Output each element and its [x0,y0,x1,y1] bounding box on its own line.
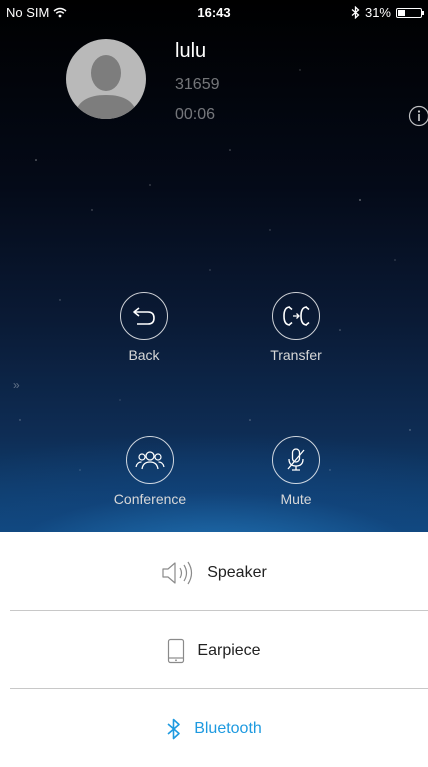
battery-icon [396,8,422,18]
mute-button-circle[interactable] [272,436,320,484]
info-icon[interactable] [408,105,428,127]
caller-number: 31659 [175,76,220,94]
transfer-button[interactable]: Transfer [236,292,356,363]
back-arrow-icon [131,305,157,327]
earpiece-label: Earpiece [197,642,260,660]
call-duration: 00:06 [175,106,215,124]
mute-button[interactable]: Mute [236,436,356,507]
transfer-label: Transfer [236,347,356,363]
divider [10,688,428,689]
battery-percent: 31% [365,5,391,20]
mute-icon [284,447,308,473]
call-screen: No SIM 16:43 31% lulu 31659 00:06 [0,0,428,532]
bluetooth-icon [166,717,182,741]
transfer-button-circle[interactable] [272,292,320,340]
audio-option-earpiece[interactable]: Earpiece [0,612,428,689]
conference-label: Conference [90,491,210,507]
back-button-circle[interactable] [120,292,168,340]
battery-level-fill [398,10,405,16]
mute-label: Mute [236,491,356,507]
speaker-label: Speaker [207,564,267,582]
conference-button-circle[interactable] [126,436,174,484]
speaker-icon [161,561,195,585]
side-panel-arrow-icon[interactable]: » [13,378,20,392]
audio-output-panel: Speaker Earpiece Bluetooth [0,532,428,763]
caller-name: lulu [175,40,206,63]
earpiece-icon [167,638,185,664]
back-label: Back [84,347,204,363]
divider [10,610,428,611]
audio-option-speaker[interactable]: Speaker [0,534,428,611]
status-right-group: 31% [351,5,422,20]
audio-option-bluetooth[interactable]: Bluetooth [0,690,428,767]
bluetooth-label: Bluetooth [194,720,262,738]
conference-button[interactable]: Conference [90,436,210,507]
conference-icon [135,449,165,471]
status-bar: No SIM 16:43 31% [0,0,428,24]
transfer-icon [281,305,311,327]
back-button[interactable]: Back [84,292,204,363]
bluetooth-status-icon [351,6,360,19]
caller-avatar [66,39,146,119]
person-silhouette-icon [66,39,146,119]
